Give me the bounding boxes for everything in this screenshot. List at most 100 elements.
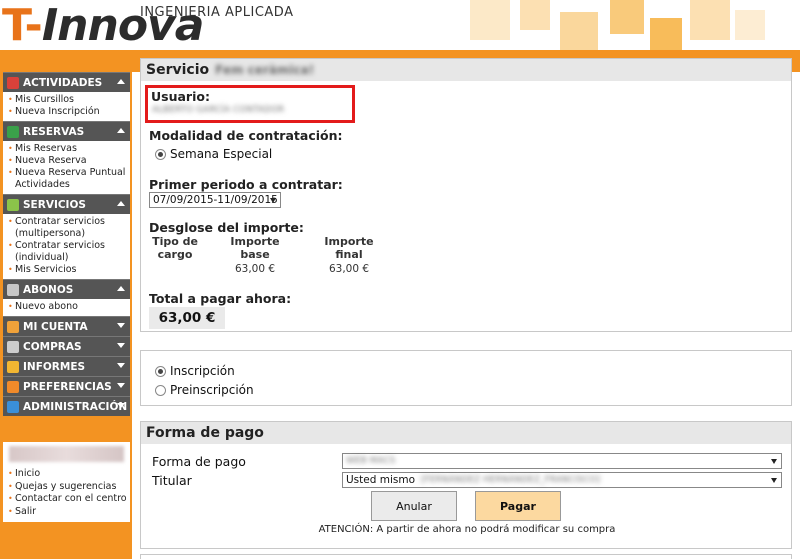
sidebar-section-1[interactable]: RESERVAS: [3, 121, 130, 141]
modalidad-radio[interactable]: [155, 148, 166, 160]
chevron-down-icon[interactable]: [117, 383, 125, 388]
user-icon: [7, 320, 19, 333]
sidebar-section-title: PREFERENCIAS: [23, 380, 112, 393]
usuario-value-redacted: ALBERTO GARCÍA CONTADOR: [152, 105, 285, 115]
sidebar-section-links: Contratar servicios (multipersona)Contra…: [3, 214, 130, 279]
sidebar-section-title: ABONOS: [23, 283, 74, 296]
sidebar-section-5[interactable]: COMPRAS: [3, 336, 130, 356]
sidebar-link[interactable]: Mis Cursillos: [3, 94, 130, 106]
sidebar-section-title: MI CUENTA: [23, 320, 88, 333]
total-label: Total a pagar ahora:: [149, 291, 292, 306]
sidebar-section-2[interactable]: SERVICIOS: [3, 194, 130, 214]
sidebar-link[interactable]: Nueva Reserva: [3, 155, 130, 167]
chevron-up-icon[interactable]: [117, 201, 125, 206]
warning-text: ATENCIÓN: A partir de ahora no podrá mod…: [318, 524, 616, 535]
globe-icon: [7, 400, 19, 413]
col-base-header: Importe base: [230, 235, 280, 261]
chevron-up-icon[interactable]: [117, 286, 125, 291]
usuario-label: Usuario:: [151, 89, 210, 104]
pay-button[interactable]: Pagar: [475, 491, 561, 521]
chevron-down-icon: [771, 478, 777, 483]
sidebar-section-6[interactable]: INFORMES: [3, 356, 130, 376]
user-link[interactable]: Quejas y sugerencias: [3, 481, 130, 494]
sidebar-link[interactable]: Mis Reservas: [3, 143, 130, 155]
sidebar-menu: ACTIVIDADES Mis CursillosNueva Inscripció…: [3, 72, 130, 522]
titular-label: Titular: [152, 473, 192, 488]
titular-name-redacted: [FERNÁNDEZ HERNÁNDEZ_FRANCISCO]: [421, 475, 601, 485]
chevron-down-icon[interactable]: [117, 323, 125, 328]
decor-square: [735, 10, 765, 40]
calendar-icon: [7, 76, 19, 89]
modalidad-option[interactable]: Semana Especial: [155, 147, 272, 161]
sidebar-section-links: Nuevo abono: [3, 299, 130, 316]
final-value: 63,00 €: [328, 263, 370, 275]
sidebar-link[interactable]: Contratar servicios (individual): [3, 240, 130, 264]
servicios-icon: [7, 198, 19, 211]
payment-title: Forma de pago: [141, 422, 791, 444]
logo-subtitle: INGENIERIA APLICADA: [140, 5, 294, 20]
reservas-icon: [7, 125, 19, 138]
decor-square: [690, 0, 730, 40]
inscription-panel: Inscripción Preinscripción: [140, 350, 792, 406]
sidebar-section-title: COMPRAS: [23, 340, 82, 353]
titular-value: Usted mismo: [346, 474, 416, 486]
decor-square: [650, 18, 682, 50]
sidebar-section-links: Mis CursillosNueva Inscripción: [3, 92, 130, 121]
forma-pago-select[interactable]: WEB MACS: [342, 453, 782, 469]
sidebar-section-4[interactable]: MI CUENTA: [3, 316, 130, 336]
sidebar-section-7[interactable]: PREFERENCIAS: [3, 376, 130, 396]
wrench-icon: [7, 380, 19, 393]
decor-square: [610, 0, 644, 34]
base-value: 63,00 €: [234, 263, 276, 275]
titular-select[interactable]: Usted mismo [FERNÁNDEZ HERNÁNDEZ_FRANCIS…: [342, 472, 782, 488]
chevron-down-icon[interactable]: [117, 343, 125, 348]
bottom-panel: [140, 554, 792, 559]
modalidad-option-label: Semana Especial: [170, 147, 273, 161]
sidebar-section-title: SERVICIOS: [23, 198, 86, 211]
col-tipo-header: Tipo de cargo: [152, 235, 198, 261]
inscripcion-option[interactable]: Inscripción: [155, 364, 235, 378]
service-panel: Servicio Fem ceràmica! Usuario: ALBERTO …: [140, 58, 792, 332]
cancel-button[interactable]: Anular: [371, 491, 457, 521]
sidebar-link[interactable]: Nueva Reserva Puntual Actividades: [3, 167, 130, 191]
user-link[interactable]: Salir: [3, 506, 130, 519]
chevron-down-icon[interactable]: [117, 403, 125, 408]
inscripcion-label: Inscripción: [170, 364, 235, 378]
sidebar-section-links: Mis ReservasNueva ReservaNueva Reserva P…: [3, 141, 130, 194]
sidebar-link[interactable]: Nuevo abono: [3, 301, 130, 313]
decor-square: [520, 0, 550, 30]
user-name-redacted: [9, 446, 124, 462]
sidebar-section-title: ACTIVIDADES: [23, 76, 103, 89]
chevron-up-icon[interactable]: [117, 128, 125, 133]
chevron-up-icon[interactable]: [117, 79, 125, 84]
sidebar-link[interactable]: Mis Servicios: [3, 264, 130, 276]
col-final-header: Importe final: [324, 235, 374, 261]
total-value: 63,00 €: [149, 307, 225, 329]
service-title: Servicio Fem ceràmica!: [141, 59, 791, 81]
preinscripcion-radio[interactable]: [155, 384, 166, 396]
forma-pago-value-redacted: WEB MACS: [346, 456, 396, 466]
sidebar-link[interactable]: Nueva Inscripción: [3, 106, 130, 118]
decor-square: [560, 12, 598, 50]
sidebar-section-title: RESERVAS: [23, 125, 85, 138]
user-box: InicioQuejas y sugerenciasContactar con …: [3, 442, 130, 522]
sidebar-link[interactable]: Contratar servicios (multipersona): [3, 216, 130, 240]
sidebar-section-3[interactable]: ABONOS: [3, 279, 130, 299]
payment-panel: Forma de pago Forma de pago WEB MACS Tit…: [140, 421, 792, 549]
sidebar-section-8[interactable]: ADMINISTRACIÓN: [3, 396, 130, 416]
periodo-value: 07/09/2015-11/09/2015: [153, 194, 278, 206]
user-link[interactable]: Inicio: [3, 468, 130, 481]
inscripcion-radio[interactable]: [155, 365, 166, 377]
abonos-icon: [7, 283, 19, 296]
chart-icon: [7, 360, 19, 373]
logo-letter: T-: [2, 0, 43, 50]
user-link[interactable]: Contactar con el centro: [3, 493, 130, 506]
forma-pago-label: Forma de pago: [152, 454, 246, 469]
sidebar: ACTIVIDADES Mis CursillosNueva Inscripció…: [0, 72, 132, 559]
preinscripcion-option[interactable]: Preinscripción: [155, 383, 254, 397]
periodo-select[interactable]: 07/09/2015-11/09/2015: [149, 192, 281, 208]
modalidad-label: Modalidad de contratación:: [149, 128, 343, 143]
chevron-down-icon[interactable]: [117, 363, 125, 368]
main-content: Servicio Fem ceràmica! Usuario: ALBERTO …: [140, 58, 792, 559]
sidebar-section-0[interactable]: ACTIVIDADES: [3, 72, 130, 92]
